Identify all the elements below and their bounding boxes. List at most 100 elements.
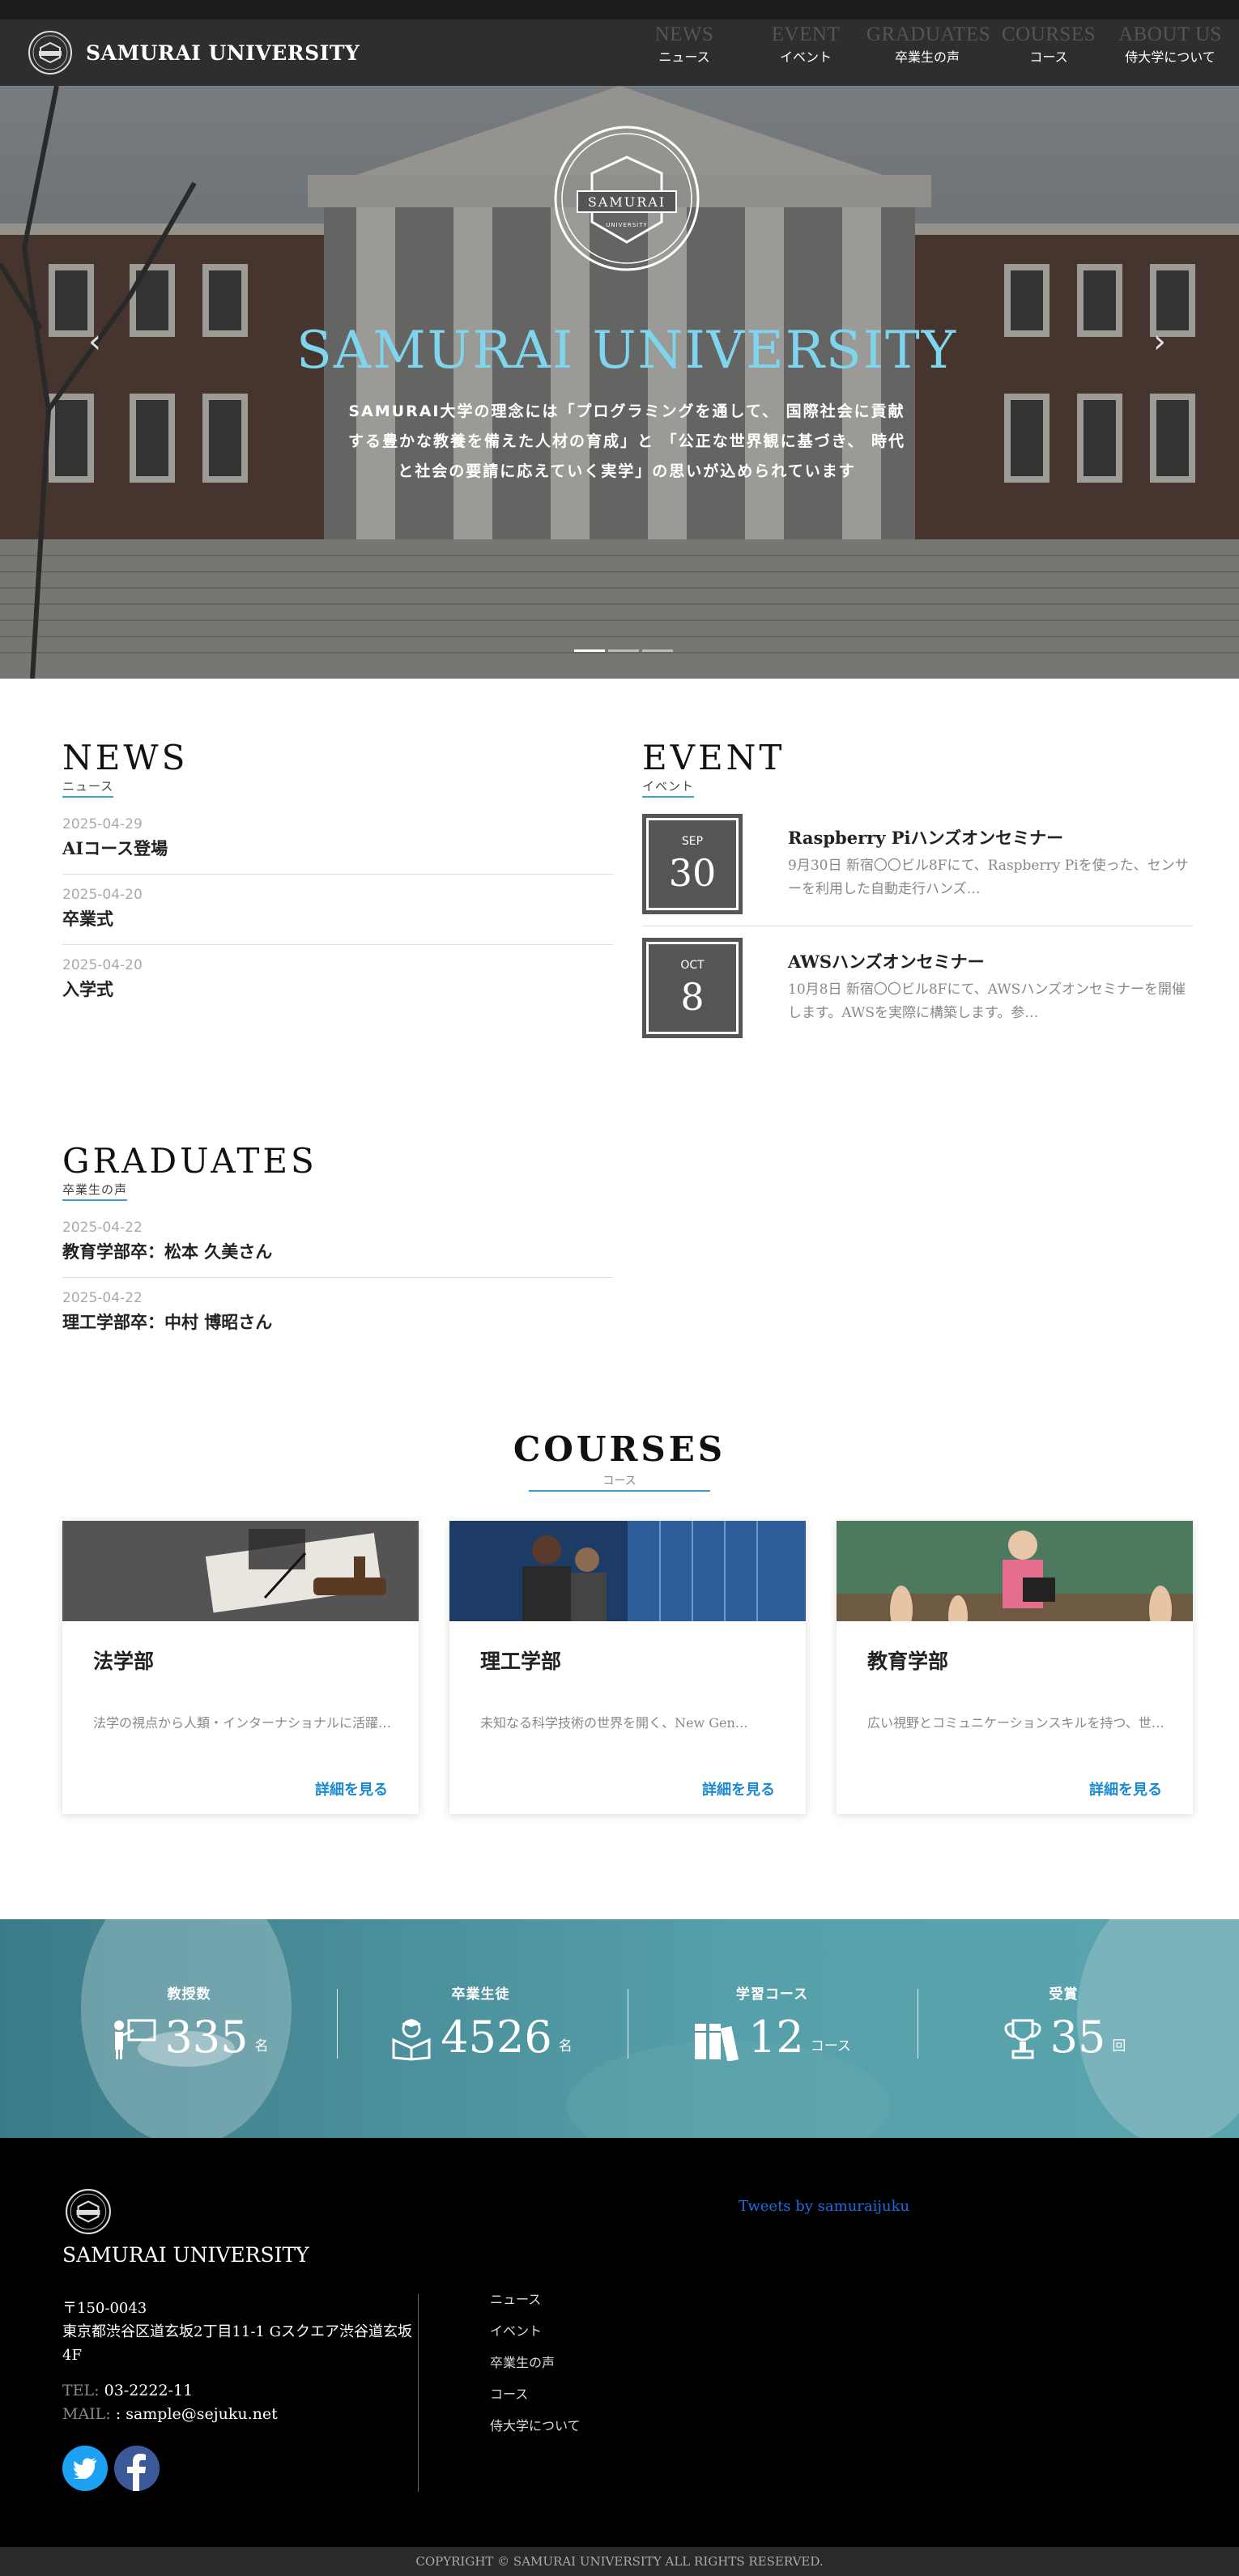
carousel-indicators (574, 649, 673, 652)
twitter-button[interactable] (62, 2446, 108, 2491)
stat-professors: 教授数 335 名 (45, 1982, 334, 2061)
tweets-link[interactable]: Tweets by samuraijuku (739, 2198, 909, 2215)
carousel-next-button[interactable]: › (1143, 326, 1176, 358)
stats-band: 教授数 335 名 卒業生徒 4526 名 学習コース 12 コース 受賞 35… (0, 1919, 1239, 2138)
graduates-list: 2025-04-22 教育学部卒：松本 久美さん 2025-04-22 理工学部… (62, 1207, 613, 1348)
books-icon (695, 2024, 739, 2061)
footer-links: ニュース イベント 卒業生の声 コース 侍大学について (490, 2284, 581, 2442)
copyright: COPYRIGHT © SAMURAI UNIVERSITY ALL RIGHT… (0, 2547, 1239, 2576)
footer-link-event[interactable]: イベント (490, 2315, 581, 2347)
event-item-desc: 9月30日 新宿〇〇ビル8Fにて、Raspberry Piを使った、センサーを利… (788, 858, 1189, 897)
nav-news-en: NEWS (654, 23, 714, 45)
event-date-box: SEP 30 (642, 814, 743, 914)
footer-contact: TEL: 03-2222-11 MAIL: : sample@sejuku.ne… (62, 2379, 278, 2426)
stat-unit: 名 (558, 2038, 573, 2054)
graduate-item[interactable]: 2025-04-22 理工学部卒：中村 博昭さん (62, 1278, 613, 1348)
graduate-icon (392, 2019, 431, 2061)
stat-value: 335 (164, 2012, 249, 2063)
stat-graduates: 卒業生徒 4526 名 (336, 1982, 625, 2061)
carousel-dot-3[interactable] (642, 649, 673, 652)
graduates-title: GRADUATES (62, 1141, 317, 1181)
nav-news[interactable]: NEWS ニュース (624, 19, 745, 68)
news-item[interactable]: 2025-04-20 入学式 (62, 945, 613, 1015)
news-item[interactable]: 2025-04-29 AIコース登場 (62, 804, 613, 875)
news-item[interactable]: 2025-04-20 卒業式 (62, 875, 613, 945)
event-subtitle: イベント (642, 777, 695, 798)
footer-divider (418, 2294, 419, 2492)
nav-graduates-en: GRADUATES (866, 23, 991, 45)
brand[interactable]: SAMURAI UNIVERSITY (28, 19, 360, 86)
nav-graduates[interactable]: GRADUATES 卒業生の声 (866, 19, 991, 68)
footer-link-news[interactable]: ニュース (490, 2284, 581, 2315)
facebook-icon (114, 2446, 160, 2491)
facebook-button[interactable] (114, 2446, 160, 2491)
carousel-dot-2[interactable] (608, 649, 639, 652)
university-emblem: SAMURAI UNIVERSITY (554, 126, 700, 271)
news-subtitle: ニュース (62, 777, 114, 798)
course-title: 理工学部 (480, 1650, 562, 1673)
course-desc: 未知なる科学技術の世界を開く、New Gen… (480, 1715, 748, 1731)
brand-name: SAMURAI UNIVERSITY (86, 40, 360, 65)
graduate-item-title: 理工学部卒：中村 博昭さん (62, 1312, 273, 1332)
tel-value[interactable]: 03-2222-11 (104, 2382, 194, 2399)
course-card-law[interactable]: 法学部 法学の視点から人類・インターナショナルに活躍… 詳細を見る (62, 1521, 419, 1814)
graduate-item[interactable]: 2025-04-22 教育学部卒：松本 久美さん (62, 1207, 613, 1278)
event-title: EVENT (642, 738, 786, 777)
course-title: 法学部 (93, 1650, 155, 1673)
emblem-text: SAMURAI (588, 194, 666, 210)
course-detail-link[interactable]: 詳細を見る (1089, 1778, 1162, 1799)
science-course-image (449, 1521, 806, 1621)
law-course-image (62, 1521, 419, 1621)
footer-link-courses[interactable]: コース (490, 2378, 581, 2410)
nav-about-jp: 侍大学について (1125, 49, 1216, 65)
graduates-section: GRADUATES 卒業生の声 2025-04-22 教育学部卒：松本 久美さん… (62, 1142, 613, 1348)
emblem-small-text: UNIVERSITY (606, 222, 648, 228)
event-month: SEP (681, 835, 704, 848)
stat-value: 4526 (441, 2012, 552, 2063)
hero-description: SAMURAI大学の理念には「プログラミングを通して、 国際社会に貢献する豊かな… (348, 402, 905, 480)
footer-link-graduates[interactable]: 卒業生の声 (490, 2347, 581, 2378)
event-day: 8 (680, 975, 705, 1019)
stat-value: 35 (1050, 2012, 1106, 2063)
event-item-title: Raspberry Piハンズオンセミナー (788, 828, 1064, 848)
stat-label: 学習コース (735, 1986, 809, 2003)
courses-header: COURSES コース (0, 1427, 1239, 1492)
event-day: 30 (668, 851, 717, 895)
course-detail-link[interactable]: 詳細を見る (702, 1778, 775, 1799)
news-list: 2025-04-29 AIコース登場 2025-04-20 卒業式 2025-0… (62, 804, 613, 1015)
stat-unit: 名 (254, 2038, 269, 2054)
course-card-science[interactable]: 理工学部 未知なる科学技術の世界を開く、New Gen… 詳細を見る (449, 1521, 806, 1814)
nav-graduates-jp: 卒業生の声 (894, 49, 960, 65)
course-card-education[interactable]: 教育学部 広い視野とコミュニケーションスキルを持つ、世… 詳細を見る (837, 1521, 1193, 1814)
event-item-desc: 10月8日 新宿〇〇ビル8Fにて、AWSハンズオンセミナーを開催します。AWSを… (788, 981, 1186, 1021)
footer-brand-name: SAMURAI UNIVERSITY (62, 2243, 309, 2267)
footer-link-about[interactable]: 侍大学について (490, 2410, 581, 2442)
site-footer: SAMURAI UNIVERSITY 〒150-0043 東京都渋谷区道玄坂2丁… (0, 2138, 1239, 2547)
carousel-dot-1[interactable] (574, 649, 605, 652)
nav-about[interactable]: ABOUT US 侍大学について (1109, 19, 1231, 68)
mail-value[interactable]: : sample@sejuku.net (116, 2405, 278, 2423)
news-item-title: 卒業式 (62, 909, 113, 929)
nav-courses[interactable]: COURSES コース (988, 19, 1109, 68)
news-section: NEWS ニュース 2025-04-29 AIコース登場 2025-04-20 … (62, 739, 613, 1015)
nav-event[interactable]: EVENT イベント (745, 19, 866, 68)
event-body: AWSハンズオンセミナー 10月8日 新宿〇〇ビル8Fにて、AWSハンズオンセミ… (788, 949, 1193, 1039)
carousel-prev-button[interactable]: ‹ (79, 326, 111, 358)
news-item-title: 入学式 (62, 979, 113, 999)
news-item-title: AIコース登場 (62, 838, 168, 858)
nav-courses-en: COURSES (1001, 23, 1096, 45)
event-section: EVENT イベント SEP 30 Raspberry Piハンズオンセミナー … (642, 739, 1193, 1062)
graduate-item-title: 教育学部卒：松本 久美さん (62, 1241, 273, 1262)
course-desc: 広い視野とコミュニケーションスキルを持つ、世… (867, 1715, 1164, 1731)
footer-address: 〒150-0043 東京都渋谷区道玄坂2丁目11-1 Gスクエア渋谷道玄坂4F (62, 2300, 412, 2364)
graduate-date: 2025-04-22 (62, 1290, 143, 1306)
course-detail-link[interactable]: 詳細を見る (315, 1778, 388, 1799)
education-course-image (837, 1521, 1193, 1621)
stat-label: 教授数 (167, 1986, 211, 2003)
event-item[interactable]: SEP 30 Raspberry Piハンズオンセミナー 9月30日 新宿〇〇ビ… (642, 814, 1193, 926)
news-date: 2025-04-29 (62, 816, 143, 832)
event-item[interactable]: OCT 8 AWSハンズオンセミナー 10月8日 新宿〇〇ビル8Fにて、AWSハ… (642, 938, 1193, 1050)
site-header: SAMURAI UNIVERSITY NEWS ニュース EVENT イベント … (0, 19, 1239, 86)
professor-icon (114, 2019, 156, 2059)
event-date-box: OCT 8 (642, 938, 743, 1038)
